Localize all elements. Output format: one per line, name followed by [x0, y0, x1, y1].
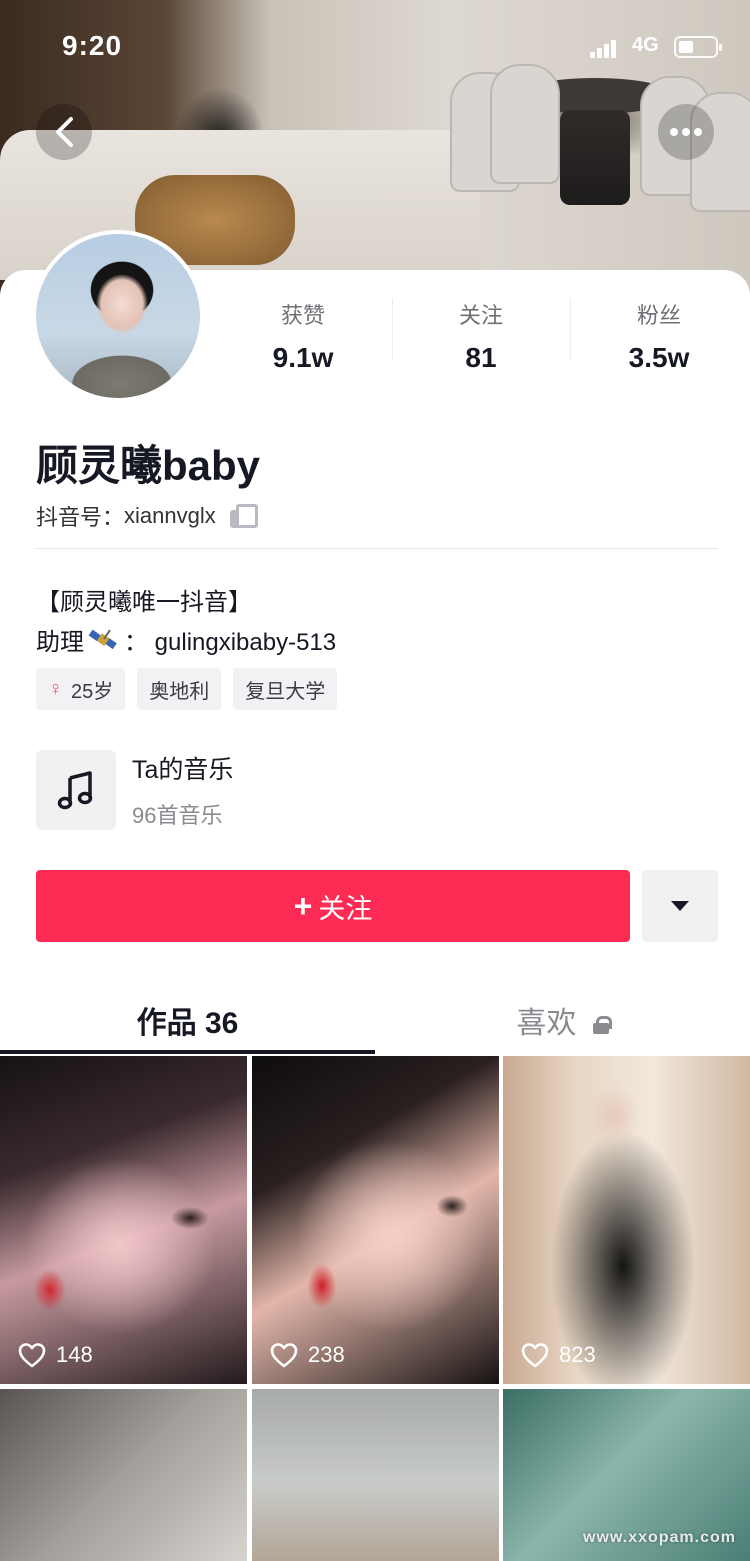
- stat-value: 3.5w: [628, 342, 690, 373]
- copy-icon[interactable]: [229, 504, 258, 528]
- more-dots-icon: [670, 128, 702, 136]
- video-thumbnail[interactable]: [0, 1389, 247, 1561]
- signal-icon: [590, 40, 616, 58]
- recommend-dropdown-button[interactable]: [642, 870, 718, 942]
- female-icon: ♀: [48, 677, 63, 700]
- bio-prefix: 助理: [36, 629, 84, 656]
- bio-suffix: ： gulingxibaby-513: [124, 629, 337, 656]
- cover-table-leg: [560, 110, 630, 205]
- display-name: 顾灵曦baby: [36, 442, 261, 489]
- stat-value: 81: [465, 342, 497, 373]
- more-button[interactable]: [658, 104, 714, 160]
- like-count-value: 238: [308, 1342, 345, 1367]
- music-title: Ta的音乐: [132, 756, 234, 784]
- tag-location[interactable]: 奥地利: [137, 668, 222, 710]
- tab-works[interactable]: 作品 36: [0, 984, 375, 1054]
- stat-label: 获赞: [280, 303, 325, 328]
- stat-label: 粉丝: [636, 303, 681, 328]
- video-thumbnail[interactable]: 238: [252, 1056, 499, 1384]
- profile-tabs: 作品 36 喜欢: [0, 984, 750, 1054]
- tab-likes[interactable]: 喜欢: [375, 984, 750, 1054]
- profile-tags: ♀ 25岁 奥地利 复旦大学: [36, 668, 338, 710]
- music-entry[interactable]: Ta的音乐 96首音乐: [36, 750, 233, 830]
- handle-row: 抖音号： xiannvglx: [36, 500, 258, 532]
- plus-icon: +: [293, 887, 313, 924]
- stat-followers[interactable]: 粉丝 3.5w: [570, 294, 748, 374]
- caret-down-icon: [671, 901, 689, 911]
- stat-following[interactable]: 关注 81: [392, 294, 570, 374]
- stat-value: 9.1w: [272, 342, 334, 373]
- like-count-value: 148: [56, 1342, 93, 1367]
- bio-line: 助理 ： gulingxibaby-513: [36, 622, 336, 657]
- divider: [36, 548, 718, 549]
- heart-icon: [270, 1343, 298, 1368]
- tag-label: 复旦大学: [245, 680, 326, 703]
- battery-icon: [674, 36, 722, 58]
- video-thumbnail[interactable]: 823: [503, 1056, 750, 1384]
- stat-likes[interactable]: 获赞 9.1w: [214, 294, 392, 374]
- tab-label: 喜欢: [516, 1007, 577, 1040]
- bio-line: 【顾灵曦唯一抖音】: [36, 589, 252, 616]
- watermark: www.xxopam.com: [583, 1529, 736, 1546]
- music-count: 96首音乐: [132, 803, 223, 828]
- status-bar: 9:20 4G: [0, 0, 750, 90]
- profile-stats: 获赞 9.1w 关注 81 粉丝 3.5w: [214, 294, 750, 374]
- handle-label: 抖音号：: [36, 505, 125, 530]
- avatar[interactable]: [32, 230, 204, 402]
- network-label: 4G: [632, 34, 659, 56]
- tag-school[interactable]: 复旦大学: [233, 668, 338, 710]
- lock-icon: [592, 1016, 612, 1035]
- video-thumbnail[interactable]: www.xxopam.com: [503, 1389, 750, 1561]
- video-thumbnail[interactable]: 148: [0, 1056, 247, 1384]
- video-thumbnail[interactable]: [252, 1389, 499, 1561]
- follow-button[interactable]: + 关注: [36, 870, 630, 942]
- tag-label: 奥地利: [149, 680, 210, 703]
- video-grid: 148 238 823 www.xxopam.com: [0, 1056, 750, 1561]
- tab-label: 作品 36: [136, 1007, 239, 1040]
- like-count: 823: [521, 1342, 596, 1368]
- handle-value: xiannvglx: [124, 503, 216, 528]
- follow-label: 关注: [318, 893, 373, 924]
- tag-age[interactable]: ♀ 25岁: [36, 668, 126, 710]
- heart-icon: [18, 1343, 46, 1368]
- satellite-icon: [88, 626, 120, 654]
- stat-label: 关注: [458, 303, 503, 328]
- like-count-value: 823: [559, 1342, 596, 1367]
- like-count: 148: [18, 1342, 93, 1368]
- chevron-left-icon: [56, 117, 73, 147]
- music-note-icon: [36, 750, 116, 830]
- tag-label: 25岁: [71, 680, 114, 703]
- heart-icon: [521, 1343, 549, 1368]
- status-time: 9:20: [62, 30, 123, 61]
- like-count: 238: [270, 1342, 345, 1368]
- music-text: Ta的音乐 96首音乐: [132, 750, 233, 830]
- back-button[interactable]: [36, 104, 92, 160]
